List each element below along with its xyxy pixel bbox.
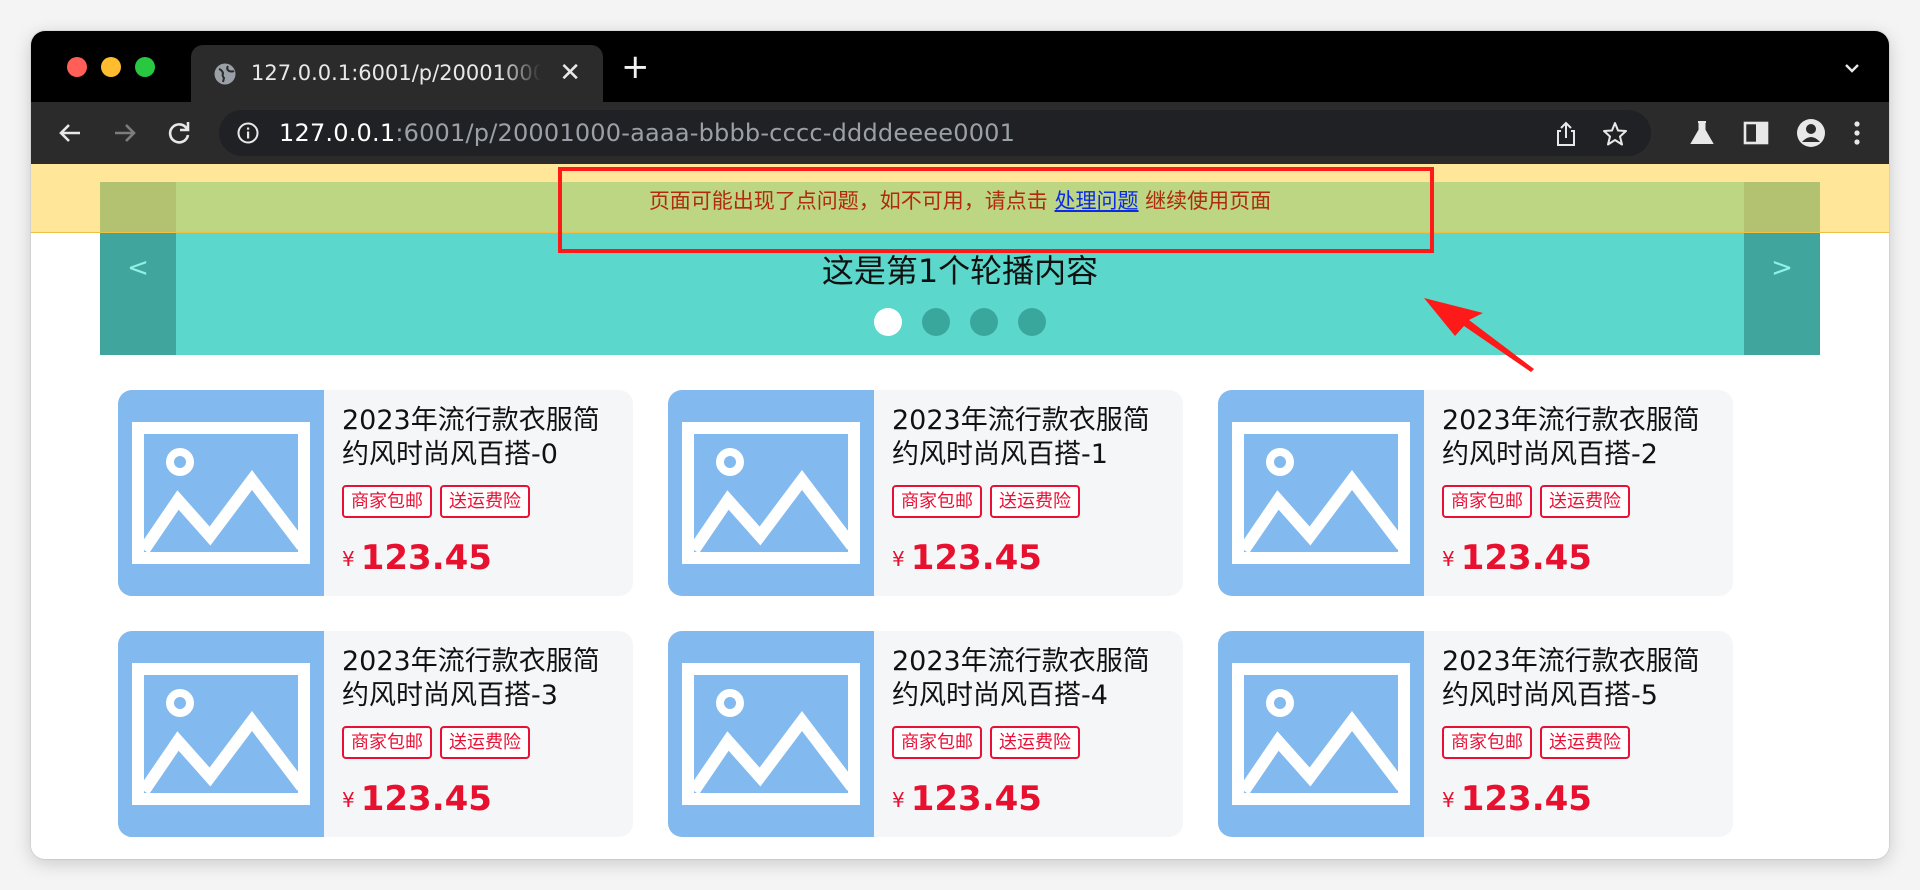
browser-window: 127.0.0.1:6001/p/20001000-aaaa-bbbb-cccc… [31,31,1889,859]
url-text[interactable]: 127.0.0.1:6001/p/20001000-aaaa-bbbb-cccc… [279,119,1015,147]
tab-search-chevron-icon[interactable] [1843,59,1861,77]
profile-avatar-icon[interactable] [1796,118,1826,148]
close-window-button[interactable] [67,57,87,77]
browser-menu-icon[interactable] [1842,118,1872,148]
address-bar[interactable]: 127.0.0.1:6001/p/20001000-aaaa-bbbb-cccc… [219,110,1651,156]
browser-toolbar: 127.0.0.1:6001/p/20001000-aaaa-bbbb-cccc… [31,102,1889,164]
site-info-icon[interactable] [237,122,259,144]
side-panel-icon[interactable] [1741,118,1771,148]
close-tab-icon[interactable]: ✕ [559,59,581,87]
reload-icon[interactable] [164,118,194,148]
url-host: 127.0.0.1 [279,119,396,147]
bookmark-star-icon[interactable] [1601,120,1629,148]
page-content: < > 这是第1个轮播内容 页面可能出现了点问题，如不可用，请点击 处理问题 继… [31,164,1889,859]
back-arrow-icon[interactable] [55,118,85,148]
annotation-arrow-icon [1424,298,1534,372]
tab-strip: 127.0.0.1:6001/p/20001000-aaaa-bbbb-cccc… [31,31,1889,103]
share-icon[interactable] [1553,121,1579,147]
forward-arrow-icon[interactable] [110,118,140,148]
labs-flask-icon[interactable] [1687,118,1717,148]
globe-icon [214,63,236,85]
minimize-window-button[interactable] [101,57,121,77]
maximize-window-button[interactable] [135,57,155,77]
new-tab-button[interactable]: + [621,49,650,85]
url-path: :6001/p/20001000-aaaa-bbbb-cccc-ddddeeee… [395,119,1016,147]
tab-title: 127.0.0.1:6001/p/20001000-aaaa-bbbb-cccc… [251,61,541,85]
browser-tab-active[interactable]: 127.0.0.1:6001/p/20001000-aaaa-bbbb-cccc… [191,45,603,103]
